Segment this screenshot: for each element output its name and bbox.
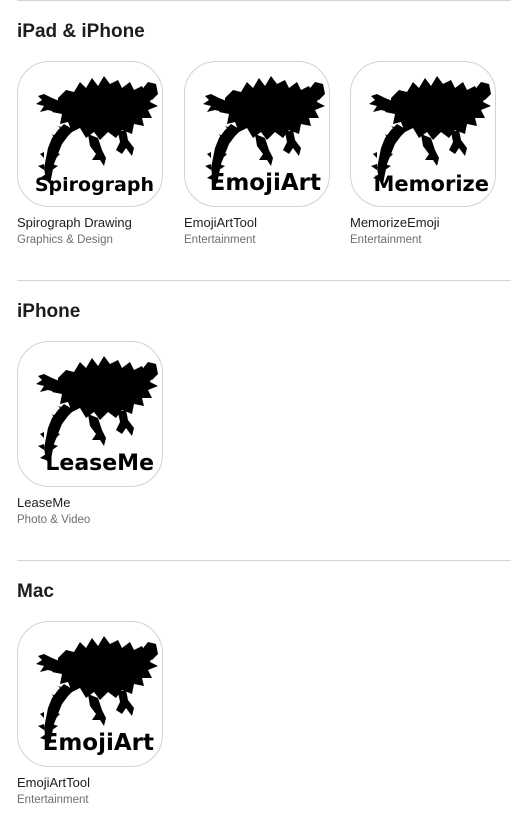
lizard-silhouette-icon: [22, 628, 160, 746]
section-ipad-iphone: iPad & iPhone Spirograph Spirograph Draw…: [0, 0, 511, 280]
app-category: Entertainment: [17, 794, 89, 806]
app-name[interactable]: MemorizeEmoji: [350, 215, 440, 231]
app-card-emojiarttool-mac[interactable]: EmojiArt EmojiArtTool Entertainment: [17, 621, 167, 806]
app-icon-tile[interactable]: LeaseMe: [17, 341, 163, 487]
section-divider: [17, 0, 511, 1]
section-divider: [17, 280, 511, 281]
app-category: Entertainment: [350, 234, 422, 246]
app-category: Photo & Video: [17, 514, 91, 526]
app-icon-tile[interactable]: Memorize: [350, 61, 496, 207]
lizard-silhouette-icon: [189, 68, 327, 186]
app-icon-tile[interactable]: Spirograph: [17, 61, 163, 207]
app-card-leaseme[interactable]: LeaseMe LeaseMe Photo & Video: [17, 341, 167, 526]
app-name[interactable]: Spirograph Drawing: [17, 215, 132, 231]
section-divider: [17, 560, 511, 561]
section-title: Mac: [17, 581, 54, 602]
app-name[interactable]: EmojiArtTool: [17, 775, 90, 791]
icon-word: Spirograph: [34, 174, 154, 196]
app-card-emojiarttool[interactable]: EmojiArt EmojiArtTool Entertainment: [184, 61, 334, 246]
app-card-memorizeemoji[interactable]: Memorize MemorizeEmoji Entertainment: [350, 61, 500, 246]
app-category: Graphics & Design: [17, 234, 113, 246]
section-iphone: iPhone LeaseMe LeaseMe Photo & Video: [0, 280, 511, 560]
app-name[interactable]: LeaseMe: [17, 495, 70, 511]
lizard-silhouette-icon: [355, 68, 493, 186]
icon-word: EmojiArt: [42, 730, 154, 756]
section-title: iPad & iPhone: [17, 21, 145, 42]
icon-word: Memorize: [373, 172, 489, 196]
app-icon-tile[interactable]: EmojiArt: [184, 61, 330, 207]
app-name[interactable]: EmojiArtTool: [184, 215, 257, 231]
lizard-silhouette-icon: [22, 68, 160, 186]
app-icon-tile[interactable]: EmojiArt: [17, 621, 163, 767]
app-category: Entertainment: [184, 234, 256, 246]
icon-word: LeaseMe: [45, 451, 154, 476]
icon-word: EmojiArt: [209, 170, 321, 196]
section-mac: Mac EmojiArt EmojiArtTool Entertainment: [0, 560, 511, 819]
lizard-silhouette-icon: [22, 348, 160, 466]
app-card-spirograph-drawing[interactable]: Spirograph Spirograph Drawing Graphics &…: [17, 61, 167, 246]
section-title: iPhone: [17, 301, 81, 322]
